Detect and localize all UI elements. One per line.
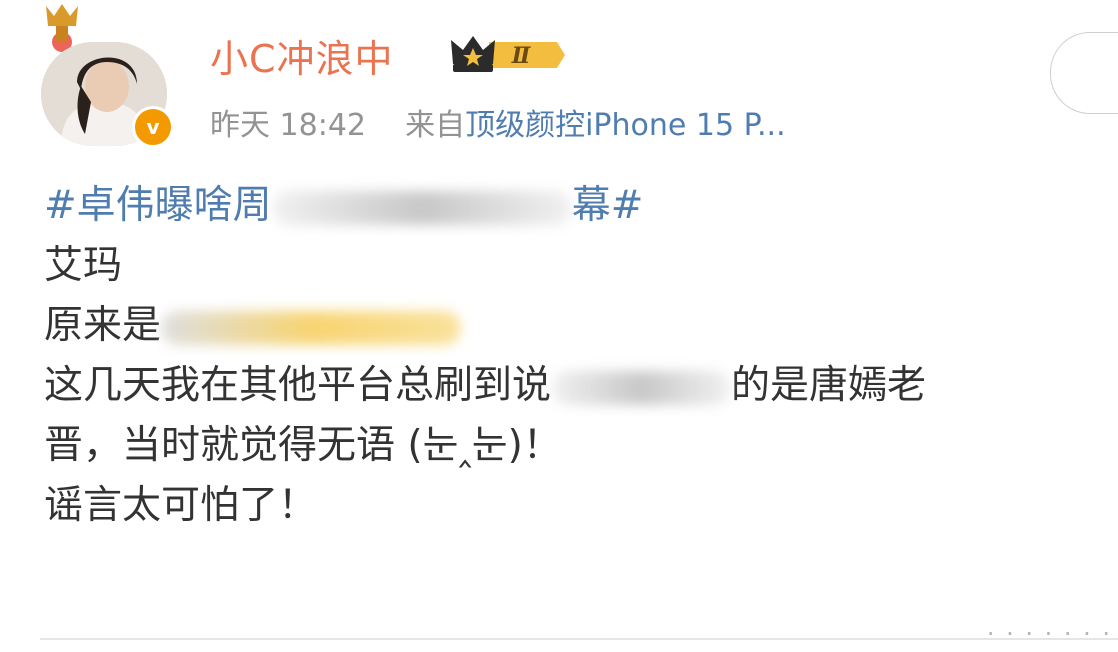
post-content: #卓伟曝啥周 幕# 艾玛 原来是 这几天我在其他平台总刷到说 的是唐嫣老 晋，当时就…: [44, 176, 1118, 536]
hashtag-start[interactable]: #卓伟曝啥周: [44, 183, 272, 228]
content-line-2: 艾玛: [44, 243, 123, 288]
content-line-4-start: 这几天我在其他平台总刷到说: [44, 363, 552, 408]
blurred-emoji: [161, 310, 462, 345]
content-line-4-end: 的是唐嫣老: [731, 363, 927, 408]
blurred-text: [551, 370, 732, 405]
post-meta: 昨天 18:42 来自顶级颜控iPhone 15 P...: [210, 100, 786, 144]
more-indicator: · · · · · · ·: [986, 620, 1112, 648]
content-line-3: 原来是: [44, 303, 162, 348]
verified-v-icon: v: [132, 106, 174, 148]
post-time: 昨天 18:42: [210, 108, 366, 143]
content-line-6: 谣言太可怕了！: [44, 483, 318, 528]
crown-vip-icon[interactable]: Ⅱ: [449, 34, 565, 76]
source-prefix: 来自: [405, 108, 466, 143]
post-source[interactable]: 顶级颜控iPhone 15 P...: [465, 108, 786, 143]
divider: [40, 638, 1118, 640]
vip-level: Ⅱ: [511, 43, 532, 69]
content-line-5: 晋，当时就觉得无语 (눈‸눈)！: [44, 423, 562, 468]
username[interactable]: 小C冲浪中: [210, 28, 394, 83]
blurred-text: [271, 190, 572, 225]
follow-button[interactable]: [1050, 32, 1118, 114]
hashtag-end[interactable]: 幕#: [572, 183, 644, 228]
avatar-container[interactable]: v: [38, 4, 174, 150]
